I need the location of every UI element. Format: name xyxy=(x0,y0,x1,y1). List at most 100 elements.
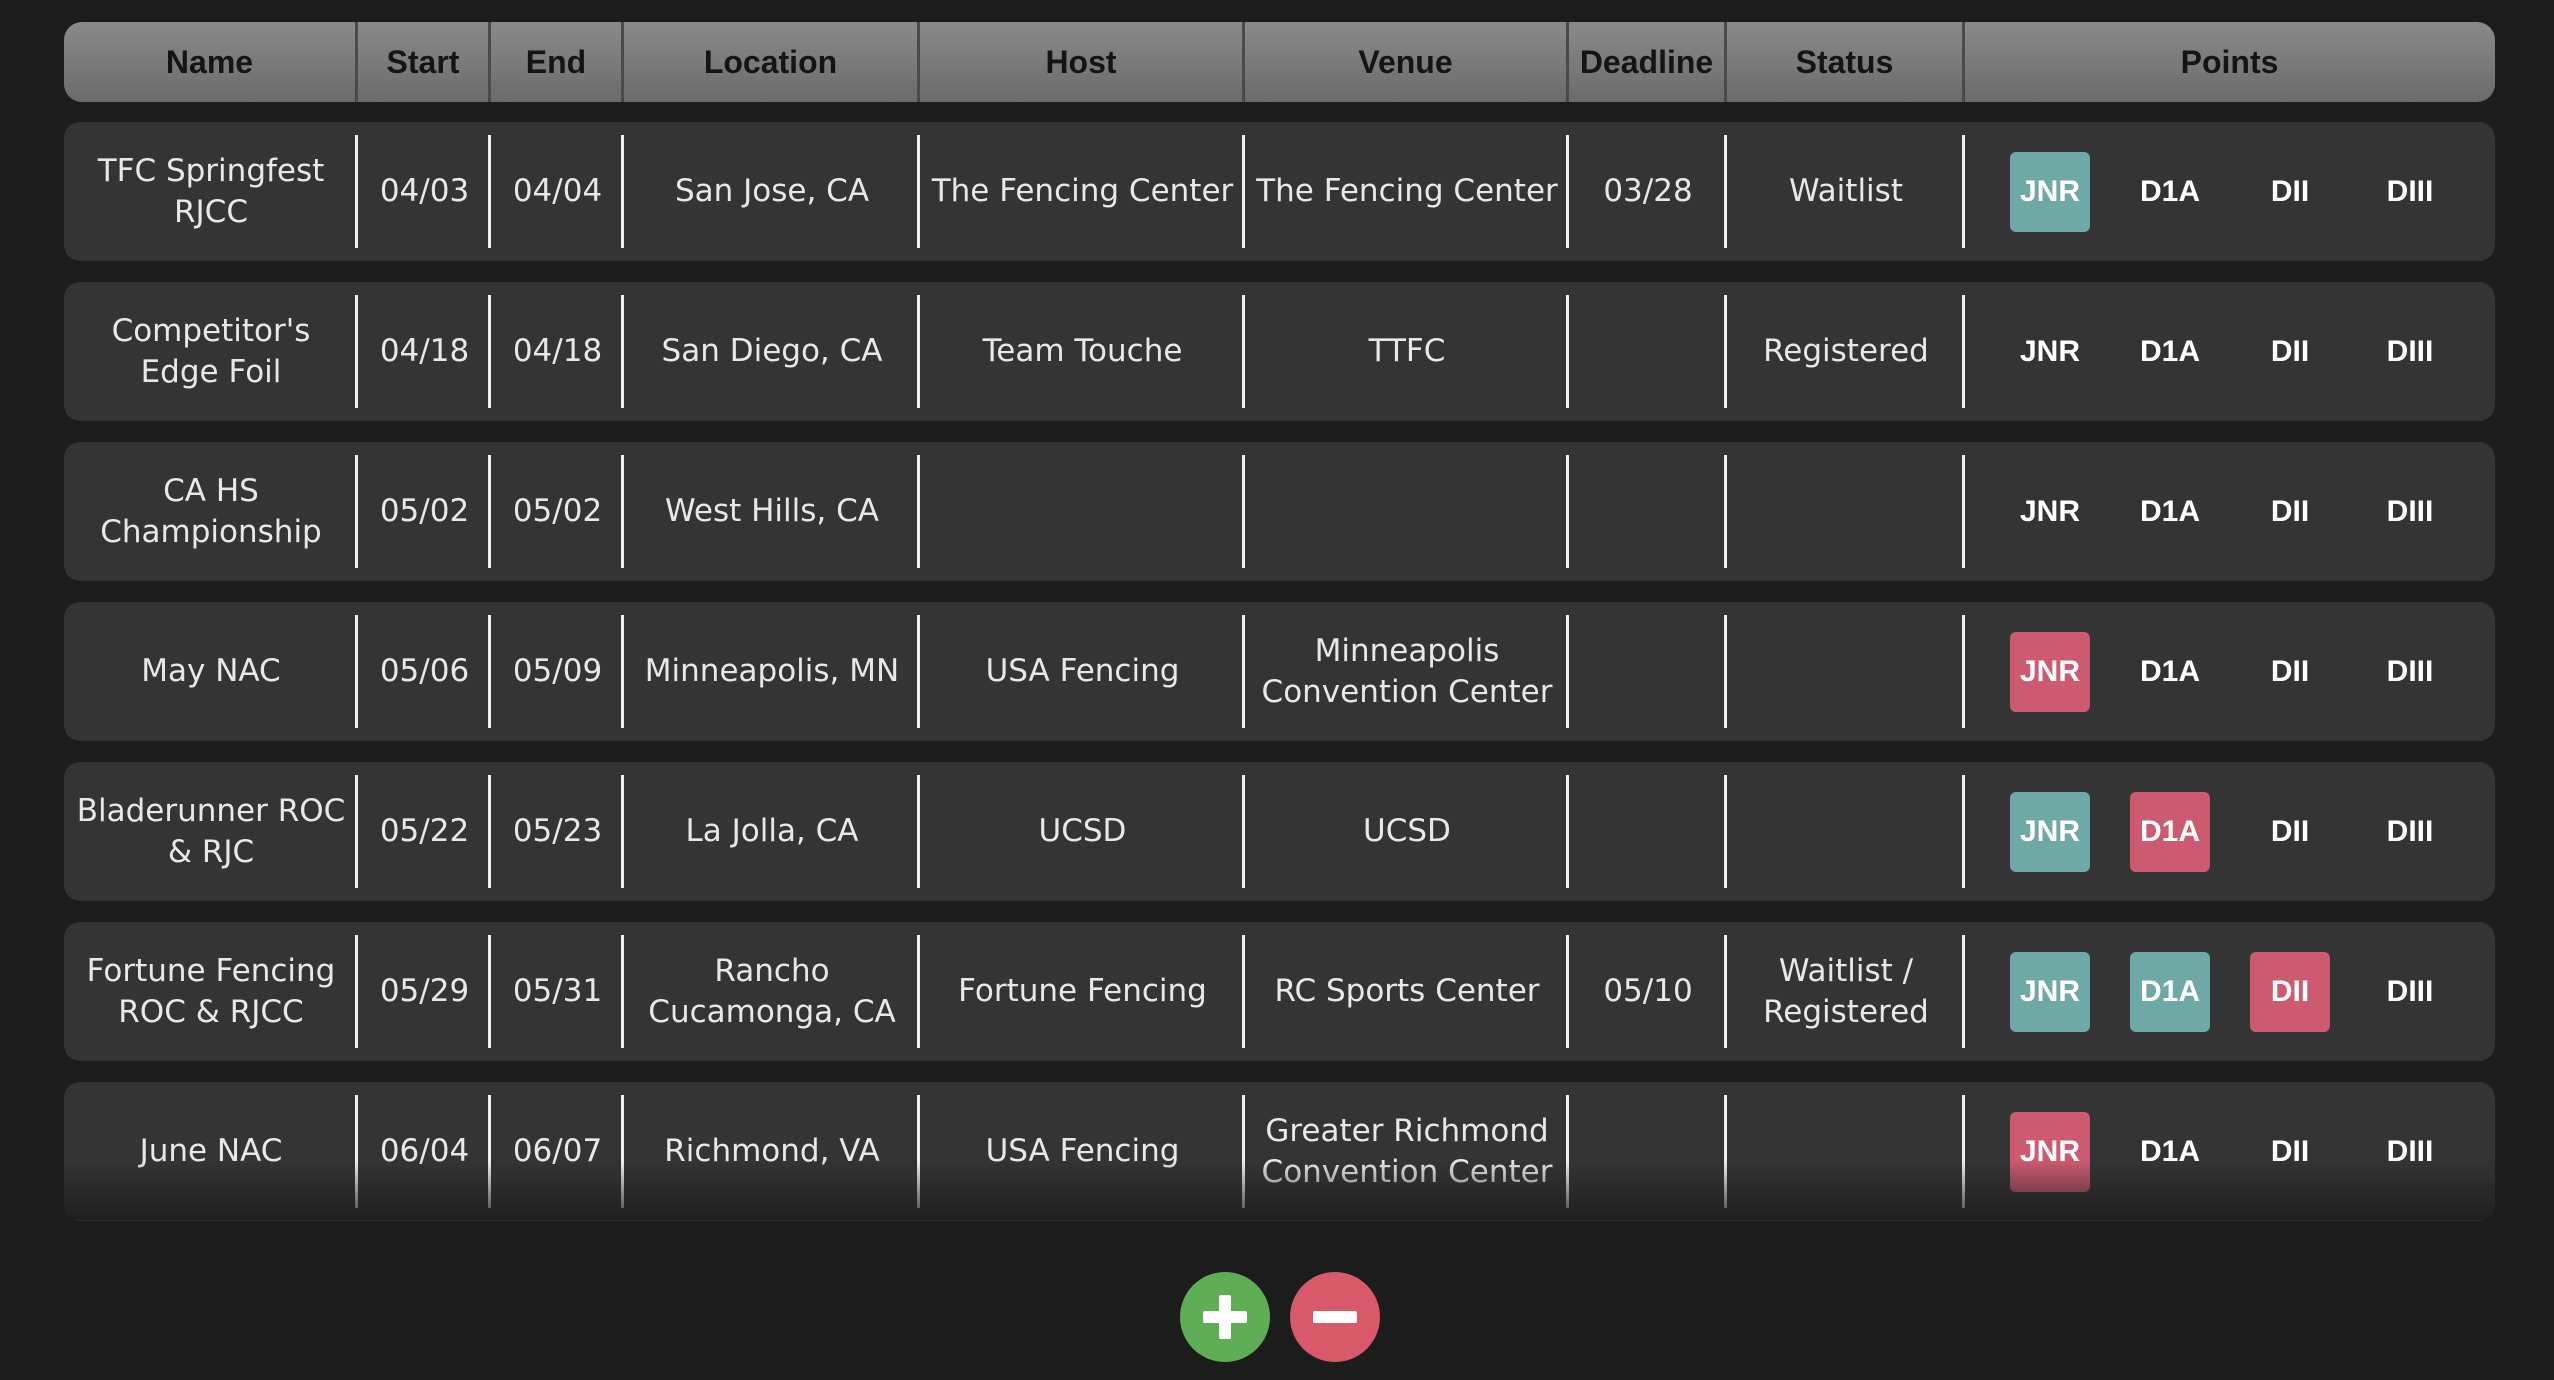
minus-icon xyxy=(1313,1311,1357,1323)
header-host[interactable]: Host xyxy=(920,22,1245,102)
cell-venue: TTFC xyxy=(1245,282,1569,421)
remove-button[interactable] xyxy=(1290,1272,1380,1362)
cell-host: Team Touche xyxy=(920,282,1245,421)
table-row[interactable]: TFC Springfest RJCC 04/03 04/04 San Jose, C… xyxy=(64,122,2495,261)
points-badge-diii[interactable]: DIII xyxy=(2370,472,2450,552)
cell-venue: The Fencing Center xyxy=(1245,122,1569,261)
cell-end: 05/23 xyxy=(491,762,624,901)
cell-status xyxy=(1727,442,1965,581)
cell-deadline xyxy=(1569,282,1727,421)
cell-points: JNR D1A DII DIII xyxy=(1965,122,2494,261)
table-row[interactable]: CA HS Championship 05/02 05/02 West Hills, … xyxy=(64,442,2495,581)
cell-deadline: 03/28 xyxy=(1569,122,1727,261)
cell-deadline xyxy=(1569,602,1727,741)
points-badge-dii[interactable]: DII xyxy=(2250,951,2330,1032)
cell-name: June NAC xyxy=(64,1082,358,1221)
table-row[interactable]: June NAC 06/04 06/07 Richmond, VA USA Fencin… xyxy=(64,1082,2495,1221)
cell-location: San Jose, CA xyxy=(624,122,920,261)
points-badge-dii[interactable]: DII xyxy=(2250,472,2330,552)
cell-end: 06/07 xyxy=(491,1082,624,1221)
points-badge-jnr[interactable]: JNR xyxy=(2010,151,2090,232)
points-badge-dii[interactable]: DII xyxy=(2250,632,2330,712)
cell-venue: RC Sports Center xyxy=(1245,922,1569,1061)
cell-status xyxy=(1727,1082,1965,1221)
cell-name: CA HS Championship xyxy=(64,442,358,581)
cell-status xyxy=(1727,762,1965,901)
cell-status: Waitlist xyxy=(1727,122,1965,261)
points-badge-dii[interactable]: DII xyxy=(2250,152,2330,232)
points-badge-diii[interactable]: DIII xyxy=(2370,632,2450,712)
cell-location: La Jolla, CA xyxy=(624,762,920,901)
points-badge-dii[interactable]: DII xyxy=(2250,792,2330,872)
cell-end: 05/09 xyxy=(491,602,624,741)
cell-start: 05/02 xyxy=(358,442,491,581)
tournament-app: Name Start End Location Host Venue Deadl… xyxy=(0,0,2554,1380)
cell-end: 05/02 xyxy=(491,442,624,581)
points-badge-d1a[interactable]: D1A xyxy=(2130,791,2210,872)
points-badge-jnr[interactable]: JNR xyxy=(2010,791,2090,872)
header-deadline[interactable]: Deadline xyxy=(1569,22,1727,102)
cell-venue: Minneapolis Convention Center xyxy=(1245,602,1569,741)
plus-icon xyxy=(1203,1295,1247,1339)
header-status[interactable]: Status xyxy=(1727,22,1965,102)
cell-points: JNR D1A DII DIII xyxy=(1965,442,2494,581)
points-badge-d1a[interactable]: D1A xyxy=(2130,1112,2210,1192)
cell-host: USA Fencing xyxy=(920,602,1245,741)
points-badge-d1a[interactable]: D1A xyxy=(2130,632,2210,712)
cell-location: Minneapolis, MN xyxy=(624,602,920,741)
table-row[interactable]: Fortune Fencing ROC & RJCC 05/29 05/31 Ranc… xyxy=(64,922,2495,1061)
cell-name: Fortune Fencing ROC & RJCC xyxy=(64,922,358,1061)
points-badge-diii[interactable]: DIII xyxy=(2370,1112,2450,1192)
table-header: Name Start End Location Host Venue Deadl… xyxy=(64,22,2495,102)
cell-host: USA Fencing xyxy=(920,1082,1245,1221)
points-badge-jnr[interactable]: JNR xyxy=(2010,472,2090,552)
cell-points: JNR D1A DII DIII xyxy=(1965,922,2494,1061)
table-row[interactable]: Bladerunner ROC & RJC 05/22 05/23 La Jolla,… xyxy=(64,762,2495,901)
table-row[interactable]: Competitor's Edge Foil 04/18 04/18 San Dieg… xyxy=(64,282,2495,421)
header-start[interactable]: Start xyxy=(358,22,491,102)
points-badge-d1a[interactable]: D1A xyxy=(2130,472,2210,552)
cell-start: 05/29 xyxy=(358,922,491,1061)
cell-points: JNR D1A DII DIII xyxy=(1965,762,2494,901)
cell-host: Fortune Fencing xyxy=(920,922,1245,1061)
table-row[interactable]: May NAC 05/06 05/09 Minneapolis, MN USA Fenc… xyxy=(64,602,2495,741)
cell-name: Competitor's Edge Foil xyxy=(64,282,358,421)
add-button[interactable] xyxy=(1180,1272,1270,1362)
points-badge-diii[interactable]: DIII xyxy=(2370,312,2450,392)
cell-name: May NAC xyxy=(64,602,358,741)
cell-start: 04/03 xyxy=(358,122,491,261)
cell-host: The Fencing Center xyxy=(920,122,1245,261)
points-badge-jnr[interactable]: JNR xyxy=(2010,1111,2090,1192)
cell-venue xyxy=(1245,442,1569,581)
cell-name: TFC Springfest RJCC xyxy=(64,122,358,261)
points-badge-d1a[interactable]: D1A xyxy=(2130,312,2210,392)
cell-end: 05/31 xyxy=(491,922,624,1061)
points-badge-dii[interactable]: DII xyxy=(2250,312,2330,392)
cell-points: JNR D1A DII DIII xyxy=(1965,602,2494,741)
points-badge-diii[interactable]: DIII xyxy=(2370,952,2450,1032)
cell-points: JNR D1A DII DIII xyxy=(1965,1082,2494,1221)
header-name[interactable]: Name xyxy=(64,22,358,102)
points-badge-d1a[interactable]: D1A xyxy=(2130,951,2210,1032)
cell-venue: UCSD xyxy=(1245,762,1569,901)
cell-venue: Greater Richmond Convention Center xyxy=(1245,1082,1569,1221)
cell-location: West Hills, CA xyxy=(624,442,920,581)
header-end[interactable]: End xyxy=(491,22,624,102)
cell-location: Richmond, VA xyxy=(624,1082,920,1221)
cell-deadline: 05/10 xyxy=(1569,922,1727,1061)
points-badge-d1a[interactable]: D1A xyxy=(2130,152,2210,232)
header-location[interactable]: Location xyxy=(624,22,920,102)
cell-start: 04/18 xyxy=(358,282,491,421)
cell-host: UCSD xyxy=(920,762,1245,901)
points-badge-dii[interactable]: DII xyxy=(2250,1112,2330,1192)
points-badge-diii[interactable]: DIII xyxy=(2370,792,2450,872)
points-badge-diii[interactable]: DIII xyxy=(2370,152,2450,232)
points-badge-jnr[interactable]: JNR xyxy=(2010,312,2090,392)
header-venue[interactable]: Venue xyxy=(1245,22,1569,102)
points-badge-jnr[interactable]: JNR xyxy=(2010,631,2090,712)
cell-status xyxy=(1727,602,1965,741)
cell-name: Bladerunner ROC & RJC xyxy=(64,762,358,901)
points-badge-jnr[interactable]: JNR xyxy=(2010,951,2090,1032)
header-points[interactable]: Points xyxy=(1965,22,2494,102)
cell-deadline xyxy=(1569,762,1727,901)
